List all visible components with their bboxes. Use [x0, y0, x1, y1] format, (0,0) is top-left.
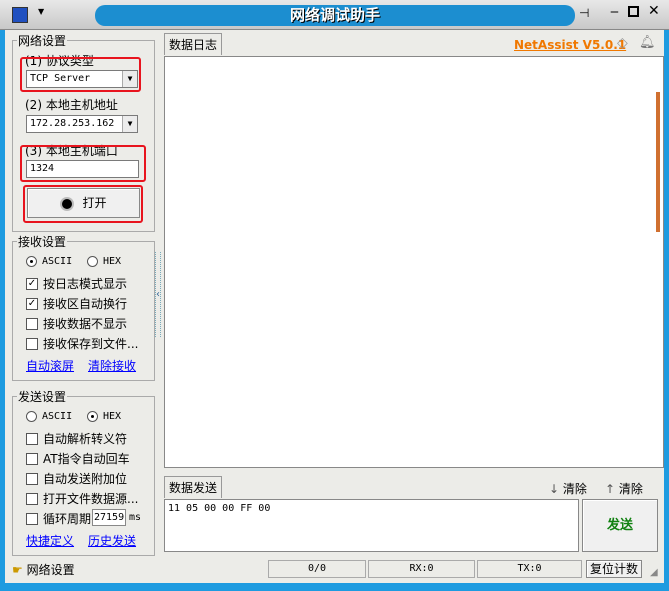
log-area[interactable] [164, 56, 664, 468]
title-bar: ▼ 网络调试助手 ⊣ ‒ ✕ [0, 0, 669, 30]
arrow-up-icon: ↑ [605, 482, 616, 496]
send-escape-checkbox[interactable]: 自动解析转义符 [26, 430, 127, 447]
shortcut-link[interactable]: 快捷定义 [26, 532, 74, 549]
send-button-label: 发送 [606, 518, 633, 533]
resize-grip[interactable]: ◢ [650, 567, 658, 578]
checkbox-label: 按日志模式显示 [43, 277, 128, 291]
send-append-checkbox[interactable]: 自动发送附加位 [26, 470, 127, 487]
send-file-checkbox[interactable]: 打开文件数据源... [26, 490, 138, 507]
status-tx: TX:0 [477, 560, 582, 578]
arrow-down-icon: ↓ [549, 482, 560, 496]
loop-unit: ms [129, 512, 142, 523]
clear-label: 清除 [618, 482, 643, 496]
clear-receive-button[interactable]: ↑ 清除 [605, 480, 643, 497]
diamond-icon[interactable]: ◇ [617, 35, 628, 51]
panel-collapse-handle[interactable]: ‹ [155, 252, 161, 337]
status-settings: ☛ 网络设置 [12, 561, 75, 578]
radio-dot [87, 411, 98, 422]
receive-ascii-radio[interactable]: ASCII [26, 256, 72, 267]
receive-hide-checkbox[interactable]: 接收数据不显示 [26, 315, 127, 332]
radio-dot [26, 256, 37, 267]
reset-count-button[interactable]: 复位计数 [586, 560, 642, 578]
send-at-checkbox[interactable]: AT指令自动回车 [26, 450, 130, 467]
radio-label: HEX [103, 256, 122, 267]
clear-send-button[interactable]: ↓ 清除 [549, 480, 587, 497]
checkbox: ✓ [26, 297, 38, 310]
bell-icon[interactable]: 🔔︎ [639, 35, 656, 50]
hand-pointer-icon: ☛ [12, 563, 23, 577]
checkbox-label: 接收区自动换行 [43, 297, 128, 311]
checkbox [26, 472, 38, 485]
status-label: 网络设置 [26, 563, 75, 577]
log-scrollbar[interactable] [656, 92, 660, 232]
checkbox [26, 492, 38, 505]
checkbox [26, 432, 38, 445]
highlight-protocol [20, 57, 141, 92]
network-settings-title: 网络设置 [18, 34, 67, 48]
send-input[interactable]: 11 05 00 00 FF 00 [164, 499, 579, 552]
loop-period-input[interactable]: 27159 [92, 509, 126, 526]
chevron-down-icon[interactable]: ▼ [38, 7, 44, 16]
send-hex-radio[interactable]: HEX [87, 411, 121, 422]
history-link[interactable]: 历史发送 [88, 532, 136, 549]
tab-data-send[interactable]: 数据发送 [164, 476, 223, 498]
tab-data-log[interactable]: 数据日志 [164, 33, 223, 55]
radio-dot [26, 411, 37, 422]
receive-save-checkbox[interactable]: 接收保存到文件... [26, 335, 138, 352]
checkbox-label: 循环周期 [43, 512, 92, 526]
close-icon[interactable]: ✕ [648, 3, 660, 19]
receive-settings-title: 接收设置 [18, 235, 67, 249]
maximize-icon[interactable] [628, 6, 639, 17]
loop-checkbox[interactable]: 循环周期 [26, 510, 91, 527]
window-title: 网络调试助手 [95, 5, 575, 26]
main-client: 网络设置 (1) 协议类型 TCP Server ▼ (2) 本地主机地址 172… [5, 30, 664, 583]
autoscroll-link[interactable]: 自动滚屏 [26, 357, 74, 374]
radio-label: HEX [103, 411, 122, 422]
highlight-port [20, 145, 146, 182]
minimize-icon[interactable]: ‒ [610, 4, 619, 20]
receive-hex-radio[interactable]: HEX [87, 256, 121, 267]
radio-dot [87, 256, 98, 267]
chevron-down-icon[interactable]: ▼ [122, 116, 137, 132]
send-ascii-radio[interactable]: ASCII [26, 411, 72, 422]
checkbox: ✓ [26, 277, 38, 290]
host-label: (2) 本地主机地址 [25, 98, 118, 112]
host-value: 172.28.253.162 [30, 118, 115, 129]
radio-label: ASCII [42, 411, 73, 422]
checkbox-label: 接收数据不显示 [43, 317, 128, 331]
clear-label: 清除 [562, 482, 587, 496]
pin-icon[interactable]: ⊣ [579, 6, 589, 20]
checkbox-label: 自动解析转义符 [43, 432, 128, 446]
version-link[interactable]: NetAssist V5.0.1 [514, 38, 626, 52]
clear-receive-link[interactable]: 清除接收 [88, 357, 136, 374]
checkbox-label: AT指令自动回车 [43, 452, 130, 466]
app-menu-icon[interactable] [12, 7, 28, 23]
status-rx: RX:0 [368, 560, 475, 578]
send-button[interactable]: 发送 [582, 499, 658, 552]
checkbox [26, 337, 38, 350]
receive-log-mode-checkbox[interactable]: ✓ 按日志模式显示 [26, 275, 127, 292]
host-select[interactable]: 172.28.253.162 ▼ [26, 115, 138, 133]
checkbox-label: 自动发送附加位 [43, 472, 128, 486]
highlight-open [23, 185, 143, 223]
checkbox [26, 452, 38, 465]
checkbox-label: 打开文件数据源... [43, 492, 139, 506]
status-count: 0/0 [268, 560, 366, 578]
checkbox [26, 512, 38, 525]
receive-wrap-checkbox[interactable]: ✓ 接收区自动换行 [26, 295, 127, 312]
send-settings-title: 发送设置 [18, 390, 67, 404]
checkbox-label: 接收保存到文件... [43, 337, 139, 351]
radio-label: ASCII [42, 256, 73, 267]
checkbox [26, 317, 38, 330]
